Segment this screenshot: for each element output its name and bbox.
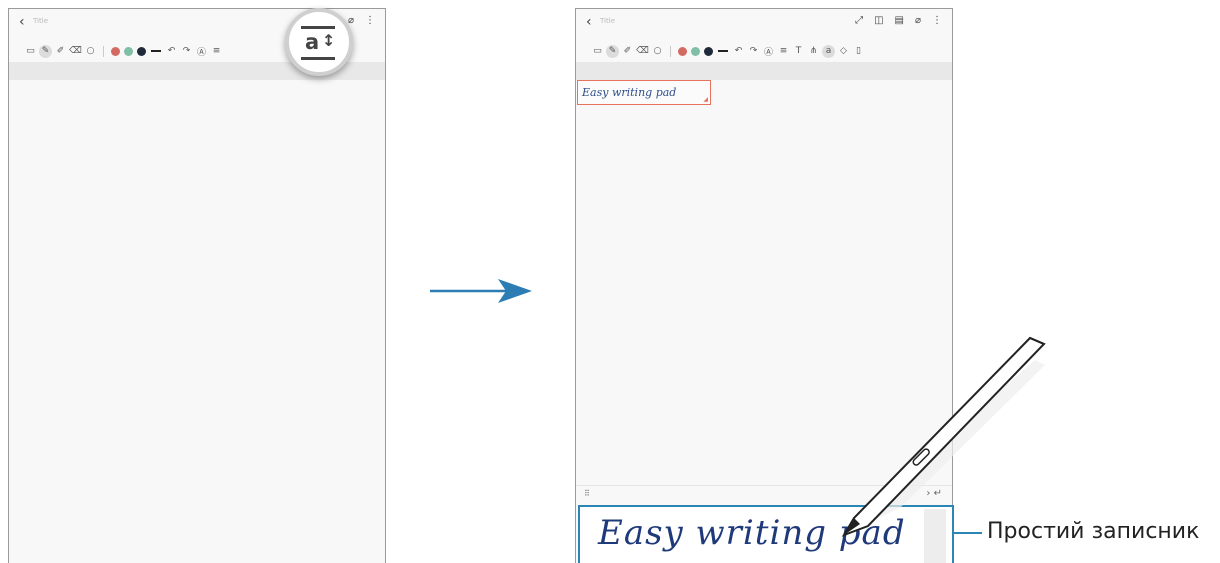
more-icon[interactable]: ⋮ — [365, 15, 375, 26]
back-chevron-icon[interactable]: ‹ — [586, 14, 592, 30]
stroke-width-icon[interactable] — [151, 50, 161, 52]
eraser-icon[interactable]: ⌫ — [635, 46, 650, 56]
align-icon[interactable]: ≡ — [209, 46, 224, 56]
color-red[interactable] — [678, 46, 687, 56]
left-phone-screen: ‹ Title ⤢ ⌀ ⋮ ▭ ✎ ✐ ⌫ ○ ↶ ↷ Ⓐ ≡ — [8, 8, 386, 563]
color-red[interactable] — [111, 46, 120, 56]
back-chevron-icon[interactable]: ‹ — [19, 14, 25, 30]
keyboard-icon[interactable]: ▭ — [23, 46, 38, 56]
callout-leader-line — [954, 532, 982, 534]
eraser-icon[interactable]: ⌫ — [68, 46, 83, 56]
resize-handle-icon[interactable]: ◢ — [703, 96, 708, 103]
straighten-icon[interactable]: ⋔ — [806, 46, 821, 56]
note-title[interactable]: Title — [33, 17, 48, 25]
text-size-bottom-line — [301, 57, 335, 60]
lasso-icon[interactable]: ○ — [83, 46, 98, 56]
handwritten-note-box[interactable]: Easy writing pad ◢ — [577, 80, 711, 105]
drawing-toolbar: ▭ ✎ ✐ ⌫ ○ ↶ ↷ Ⓐ ≡ T ⋔ a ◇ ▯ — [576, 41, 952, 61]
highlighter-icon[interactable]: ✐ — [53, 46, 68, 56]
stylus-pen-icon — [841, 336, 1046, 537]
page-icon[interactable]: ▤ — [895, 15, 904, 26]
text-size-top-line — [301, 26, 335, 29]
undo-icon[interactable]: ↶ — [164, 46, 179, 56]
redo-icon[interactable]: ↷ — [179, 46, 194, 56]
stroke-width-icon[interactable] — [718, 50, 728, 52]
highlighter-icon[interactable]: ✐ — [620, 46, 635, 56]
toolbar-divider — [670, 45, 671, 57]
text-size-letter: a — [305, 30, 320, 54]
grip-icon[interactable]: ⠿ — [584, 489, 590, 498]
lasso-icon[interactable]: ○ — [650, 46, 665, 56]
redo-icon[interactable]: ↷ — [746, 46, 761, 56]
undo-icon[interactable]: ↶ — [731, 46, 746, 56]
top-icons: ⤢ ◫ ▤ ⌀ ⋮ — [855, 15, 942, 26]
callout-label: Простий записник — [987, 519, 1200, 544]
keyboard-icon[interactable]: ▭ — [590, 46, 605, 56]
note-handwriting: Easy writing pad — [582, 86, 677, 99]
text-size-icon[interactable]: a — [822, 44, 835, 58]
more-icon[interactable]: ⋮ — [932, 15, 942, 26]
toolbar-strip — [576, 62, 952, 80]
handwriting-icon[interactable]: Ⓐ — [194, 45, 209, 58]
app-topbar: ‹ Title ⤢ ◫ ▤ ⌀ ⋮ — [576, 9, 952, 39]
color-teal[interactable] — [124, 46, 133, 56]
color-black[interactable] — [704, 46, 713, 56]
pen-icon[interactable]: ✎ — [606, 44, 619, 58]
text-icon[interactable]: T — [791, 46, 806, 56]
magnified-text-size-icon[interactable]: a ↕ — [285, 8, 353, 76]
toolbar-divider — [103, 45, 104, 57]
insert-icon[interactable]: ▯ — [851, 46, 866, 56]
note-title[interactable]: Title — [600, 17, 615, 25]
handwriting-icon[interactable]: Ⓐ — [761, 45, 776, 58]
pen-icon[interactable]: ✎ — [39, 44, 52, 58]
book-icon[interactable]: ◫ — [874, 15, 883, 26]
shapes-icon[interactable]: ◇ — [836, 46, 851, 56]
attach-icon[interactable]: ⌀ — [348, 15, 354, 26]
text-size-icon: a ↕ — [299, 22, 339, 62]
align-icon[interactable]: ≡ — [776, 46, 791, 56]
color-teal[interactable] — [691, 46, 700, 56]
flow-arrow — [430, 279, 532, 303]
text-size-arrow-icon: ↕ — [322, 31, 336, 50]
color-black[interactable] — [137, 46, 146, 56]
attach-icon[interactable]: ⌀ — [915, 15, 921, 26]
expand-icon[interactable]: ⤢ — [855, 15, 863, 26]
